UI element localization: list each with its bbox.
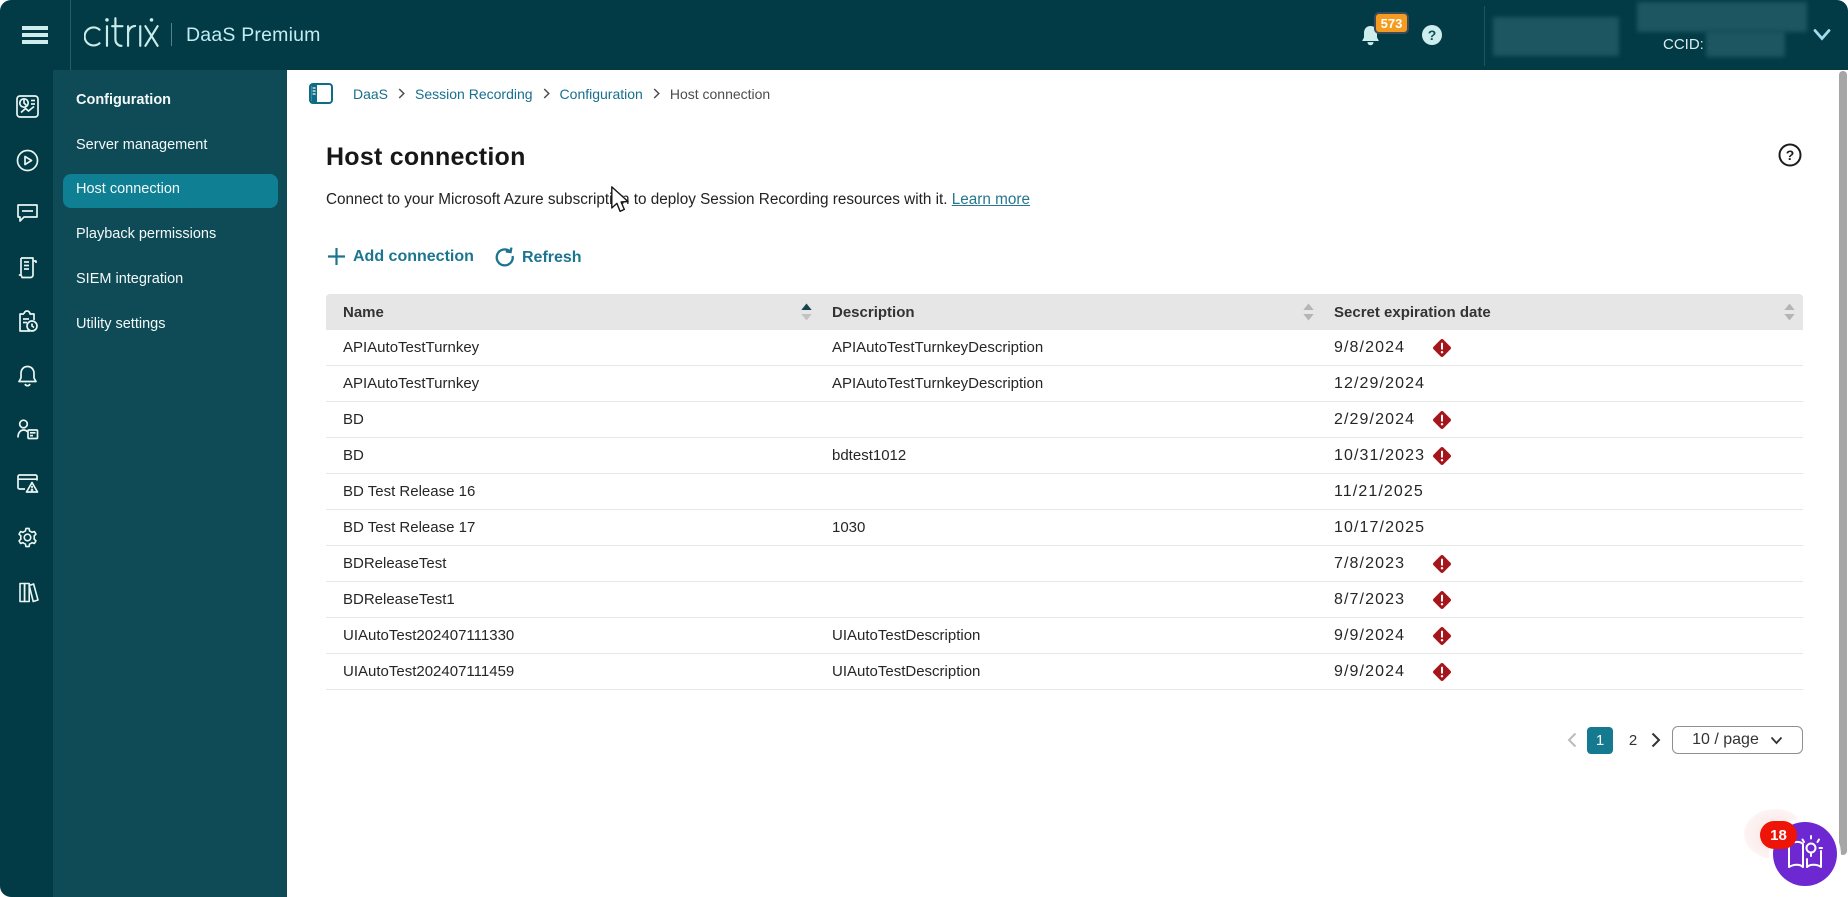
svg-text:?: ? [1786, 147, 1795, 163]
